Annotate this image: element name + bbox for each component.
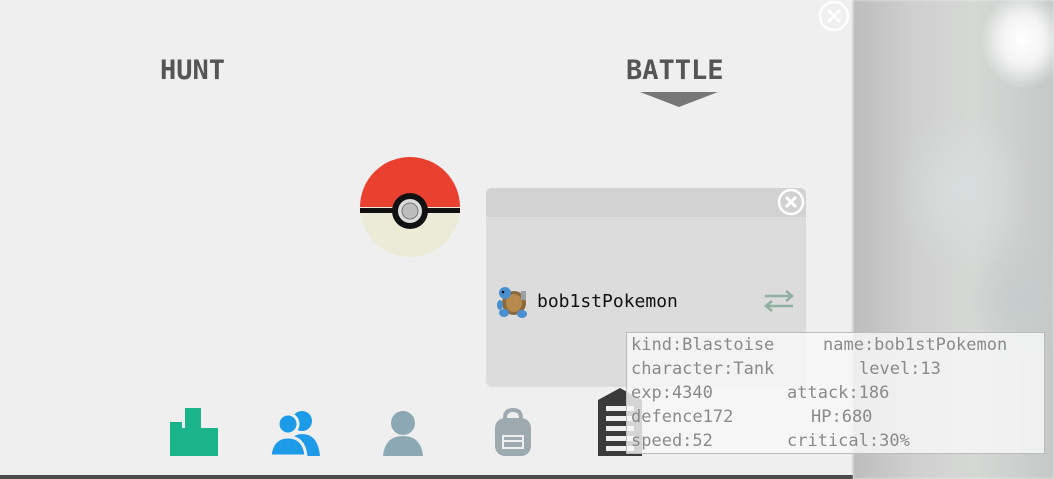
stat-critical: critical:30%: [787, 431, 910, 451]
stat-hp: HP:680: [811, 407, 873, 427]
bottom-divider: [0, 475, 853, 479]
pokeball-button[interactable]: [358, 155, 462, 259]
stat-attack: attack:186: [787, 383, 890, 403]
friends-icon[interactable]: [268, 408, 322, 458]
close-icon[interactable]: [818, 0, 850, 32]
stat-kind: kind:Blastoise: [631, 335, 775, 355]
tetris-blocks-icon[interactable]: [168, 408, 220, 458]
swap-icon[interactable]: [762, 288, 796, 314]
stat-speed: speed:52: [631, 431, 713, 451]
stat-defence: defence172: [631, 407, 734, 427]
pokemon-list-item[interactable]: bob1stPokemon: [494, 283, 798, 319]
blastoise-avatar: [496, 283, 530, 319]
active-tab-indicator: [640, 92, 718, 107]
tab-battle[interactable]: BATTLE: [626, 55, 724, 86]
stat-character: character:Tank: [631, 359, 775, 379]
popup-header: [486, 188, 806, 217]
close-icon[interactable]: [777, 188, 805, 216]
profile-icon[interactable]: [380, 408, 426, 458]
backpack-icon[interactable]: [490, 407, 536, 458]
stat-name: name:bob1stPokemon: [823, 335, 1008, 355]
pokemon-name: bob1stPokemon: [537, 291, 678, 312]
tab-hunt[interactable]: HUNT: [160, 55, 225, 86]
stat-level: level:13: [859, 359, 941, 379]
app-screen: HUNT BATTLE bob1stPokemon kind:Blastoise…: [0, 0, 1054, 479]
pokemon-stats-tooltip: kind:Blastoise name:bob1stPokemon charac…: [626, 332, 1045, 454]
stat-exp: exp:4340: [631, 383, 713, 403]
